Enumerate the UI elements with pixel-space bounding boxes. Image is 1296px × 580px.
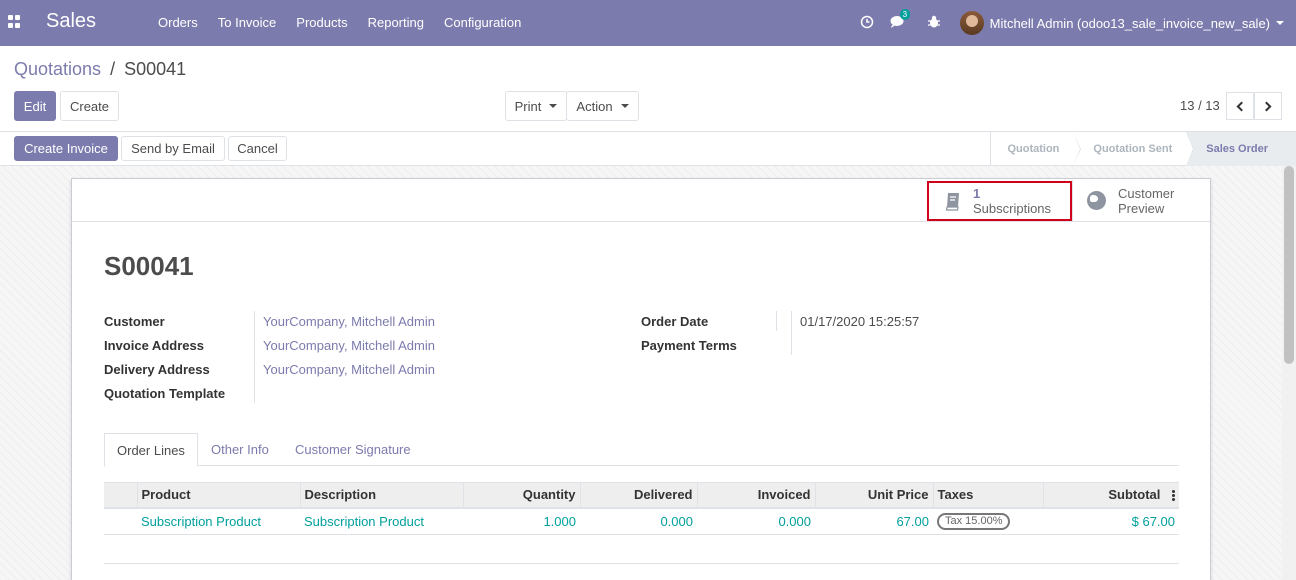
status-stages: Quotation Quotation Sent Sales Order [990, 132, 1296, 166]
cell-invoiced[interactable]: 0.000 [697, 507, 815, 535]
book-icon [945, 192, 959, 211]
left-group-separator [254, 311, 255, 403]
delivery-address-label: Delivery Address [104, 362, 210, 377]
col-handle [104, 482, 138, 509]
col-unit-price[interactable]: Unit Price [815, 482, 934, 509]
cell-description[interactable]: Subscription Product [300, 507, 463, 535]
pager-previous-button[interactable] [1226, 92, 1254, 120]
user-menu-caret-icon[interactable] [1276, 21, 1284, 25]
order-date-value: 01/17/2020 15:25:57 [800, 314, 920, 329]
tab-other-info[interactable]: Other Info [211, 433, 269, 466]
notebook-tabs: Order Lines Other Info Customer Signatur… [104, 433, 1179, 467]
chevron-right-icon [1261, 101, 1272, 111]
create-invoice-button[interactable]: Create Invoice [14, 136, 118, 161]
tax-tag: Tax 15.00% [937, 513, 1011, 531]
pager-value[interactable]: 13 / 13 [1180, 98, 1220, 113]
cell-subtotal: $ 67.00 [1043, 507, 1179, 535]
customer-value[interactable]: YourCompany, Mitchell Admin [263, 314, 435, 329]
main-navbar: Sales Orders To Invoice Products Reporti… [0, 0, 1296, 46]
column-options-icon[interactable] [1172, 489, 1175, 502]
table-row[interactable]: Subscription Product Subscription Produc… [104, 507, 1179, 535]
invoice-address-label: Invoice Address [104, 338, 204, 353]
order-lines-table: Product Description Quantity Delivered I… [104, 482, 1179, 535]
messages-chat-icon[interactable]: 3 [890, 8, 911, 32]
action-label: Action [576, 98, 613, 114]
systray: 3 Mitchell Admin (odoo13_sale_invoice_ne… [852, 0, 1296, 46]
subscriptions-label: Subscriptions [973, 201, 1052, 216]
col-product[interactable]: Product [137, 482, 301, 509]
pager-next-button[interactable] [1254, 92, 1282, 120]
row-handle [104, 507, 137, 535]
col-taxes[interactable]: Taxes [933, 482, 1044, 509]
user-avatar[interactable] [959, 11, 984, 35]
col-delivered[interactable]: Delivered [580, 482, 698, 509]
menu-configuration[interactable]: Configuration [434, 0, 531, 46]
scrollbar[interactable] [1282, 166, 1296, 580]
print-button[interactable]: Print [505, 91, 567, 121]
tab-customer-signature[interactable]: Customer Signature [295, 433, 411, 466]
chevron-left-icon [1236, 101, 1247, 111]
cell-quantity[interactable]: 1.000 [463, 507, 580, 535]
cancel-button[interactable]: Cancel [228, 136, 287, 161]
apps-menu-icon[interactable] [8, 15, 21, 28]
action-button[interactable]: Action [566, 91, 639, 121]
stage-quotation[interactable]: Quotation [991, 132, 1082, 166]
stage-quotation-sent[interactable]: Quotation Sent [1073, 132, 1195, 166]
customer-preview-line1: Customer [1118, 185, 1175, 201]
app-brand[interactable]: Sales [46, 10, 96, 33]
breadcrumb-separator: / [110, 59, 116, 79]
debug-bug-icon[interactable] [927, 15, 940, 31]
messages-count-badge: 3 [899, 8, 911, 20]
form-sheet: 1 Subscriptions Customer Preview S00041 … [71, 178, 1211, 580]
breadcrumb-current: S00041 [124, 59, 187, 79]
table-footer-divider [104, 563, 1179, 564]
customer-preview-smart-button[interactable]: Customer Preview [1072, 180, 1210, 221]
scrollbar-thumb[interactable] [1284, 166, 1294, 364]
subscriptions-smart-button[interactable]: 1 Subscriptions [927, 181, 1072, 221]
stage-sales-order[interactable]: Sales Order [1186, 132, 1296, 166]
menu-to-invoice[interactable]: To Invoice [208, 0, 287, 46]
cell-delivered[interactable]: 0.000 [580, 507, 697, 535]
activity-clock-icon[interactable] [860, 15, 874, 32]
col-quantity[interactable]: Quantity [463, 482, 581, 509]
statusbar: Create Invoice Send by Email Cancel Quot… [0, 132, 1296, 166]
subscriptions-count: 1 [973, 186, 981, 201]
send-by-email-button[interactable]: Send by Email [121, 136, 225, 161]
breadcrumb-quotations[interactable]: Quotations [14, 59, 101, 79]
print-caret-icon [549, 104, 558, 108]
globe-icon [1087, 191, 1106, 210]
menu-products[interactable]: Products [286, 0, 357, 46]
record-title: S00041 [104, 251, 194, 281]
smart-button-box: 1 Subscriptions Customer Preview [72, 179, 1210, 222]
tab-order-lines[interactable]: Order Lines [104, 433, 198, 467]
create-button[interactable]: Create [60, 91, 119, 121]
cell-taxes[interactable]: Tax 15.00% [933, 507, 1043, 535]
col-description[interactable]: Description [300, 482, 464, 509]
customer-preview-line2: Preview [1118, 200, 1165, 216]
table-header-row: Product Description Quantity Delivered I… [104, 482, 1179, 509]
user-name[interactable]: Mitchell Admin (odoo13_sale_invoice_new_… [990, 16, 1270, 31]
breadcrumb: Quotations / S00041 [14, 59, 186, 80]
right-group-separator [791, 311, 792, 355]
cell-unit-price[interactable]: 67.00 [815, 507, 933, 535]
invoice-address-value[interactable]: YourCompany, Mitchell Admin [263, 338, 435, 353]
cell-product[interactable]: Subscription Product [137, 507, 300, 535]
action-caret-icon [620, 104, 629, 108]
col-invoiced[interactable]: Invoiced [697, 482, 816, 509]
menu-orders[interactable]: Orders [148, 0, 208, 46]
col-subtotal-label: Subtotal [1108, 487, 1161, 503]
control-panel: Quotations / S00041 Edit Create Print Ac… [0, 46, 1296, 132]
print-label: Print [514, 98, 542, 114]
order-date-separator [776, 311, 777, 331]
payment-terms-label: Payment Terms [641, 338, 737, 353]
menu-reporting[interactable]: Reporting [358, 0, 434, 46]
quotation-template-label: Quotation Template [104, 386, 226, 401]
customer-label: Customer [104, 314, 165, 329]
edit-button[interactable]: Edit [14, 91, 56, 121]
top-menu: Orders To Invoice Products Reporting Con… [148, 0, 531, 46]
delivery-address-value[interactable]: YourCompany, Mitchell Admin [263, 362, 435, 377]
order-date-label: Order Date [641, 314, 709, 329]
col-subtotal[interactable]: Subtotal [1043, 482, 1179, 509]
